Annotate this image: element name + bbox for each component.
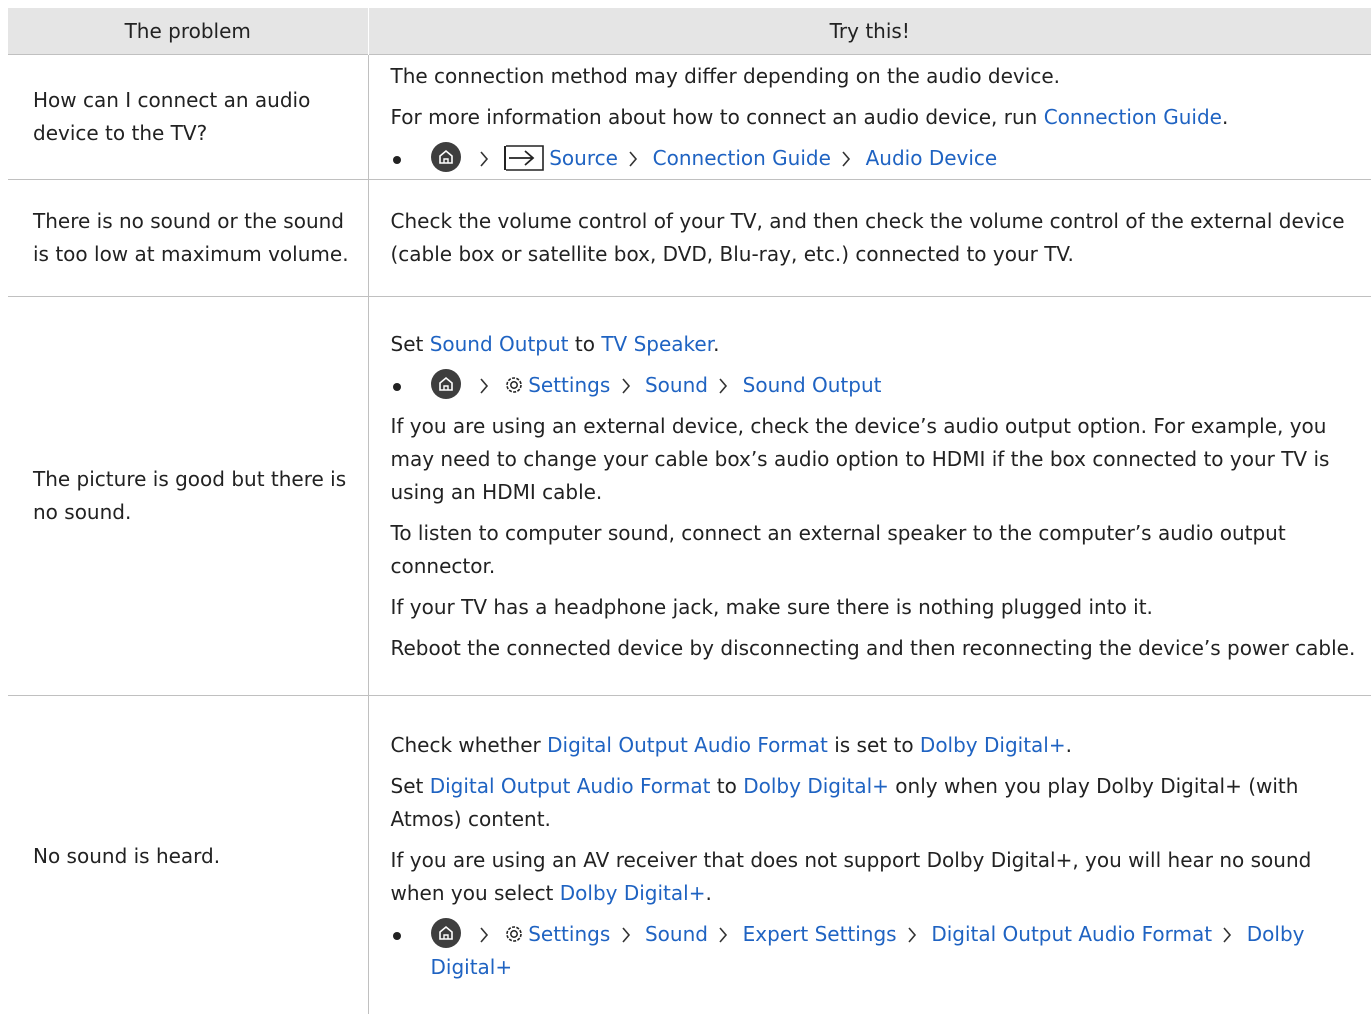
header-problem: The problem bbox=[8, 8, 368, 55]
solution-text: Set Sound Output to TV Speaker. bbox=[391, 324, 1362, 365]
dolby-digital-link[interactable]: Dolby Digital+ bbox=[560, 881, 706, 905]
gear-icon bbox=[506, 376, 523, 393]
table-row: No sound is heard. Check whether Digital… bbox=[8, 695, 1371, 1014]
solution-text: Check whether Digital Output Audio Forma… bbox=[391, 725, 1362, 766]
path-sound[interactable]: Sound bbox=[645, 373, 708, 397]
chevron-right-icon bbox=[629, 150, 638, 167]
text-span: . bbox=[1065, 732, 1072, 757]
chevron-right-icon bbox=[480, 377, 488, 394]
connection-guide-link[interactable]: Connection Guide bbox=[1044, 105, 1222, 129]
digital-output-link[interactable]: Digital Output Audio Format bbox=[547, 733, 828, 757]
solution-cell: Check the volume control of your TV, and… bbox=[367, 179, 1371, 297]
chevron-right-icon bbox=[480, 926, 488, 943]
chevron-right-icon bbox=[480, 150, 488, 167]
solution-text: Reboot the connected device by disconnec… bbox=[390, 635, 1356, 660]
table-row: There is no sound or the sound is too lo… bbox=[8, 179, 1371, 297]
text-span: Check whether bbox=[390, 732, 548, 757]
table-header-row: The problem Try this! bbox=[8, 8, 1371, 55]
gear-icon bbox=[506, 925, 523, 942]
home-icon bbox=[430, 141, 461, 172]
path-connection-guide[interactable]: Connection Guide bbox=[653, 146, 831, 170]
path-sound[interactable]: Sound bbox=[645, 922, 708, 946]
path-expert-settings[interactable]: Expert Settings bbox=[743, 922, 897, 946]
sound-output-link[interactable]: Sound Output bbox=[430, 332, 569, 356]
solution-text: If you are using an external device, che… bbox=[390, 413, 1330, 504]
solution-text: For more information about how to connec… bbox=[391, 97, 1362, 138]
chevron-right-icon bbox=[719, 377, 728, 394]
path-sound-output[interactable]: Sound Output bbox=[743, 373, 882, 397]
problem-cell: How can I connect an audio device to the… bbox=[8, 54, 368, 180]
path-settings[interactable]: Settings bbox=[528, 922, 610, 946]
problem-cell: No sound is heard. bbox=[8, 695, 368, 1014]
table-row: How can I connect an audio device to the… bbox=[8, 54, 1371, 180]
path-digital-output-audio-format[interactable]: Digital Output Audio Format bbox=[931, 922, 1212, 946]
text-span: to bbox=[710, 773, 744, 798]
solution-text: If your TV has a headphone jack, make su… bbox=[390, 594, 1153, 619]
solution-text: The connection method may differ dependi… bbox=[390, 63, 1060, 88]
problem-cell: The picture is good but there is no soun… bbox=[8, 296, 368, 696]
text-span: . bbox=[705, 880, 712, 905]
bullet-icon bbox=[392, 931, 401, 940]
chevron-right-icon bbox=[1223, 926, 1232, 943]
problem-cell: There is no sound or the sound is too lo… bbox=[8, 179, 368, 297]
text-span: For more information about how to connec… bbox=[390, 104, 1044, 129]
tv-speaker-link[interactable]: TV Speaker bbox=[601, 332, 713, 356]
source-icon bbox=[504, 144, 545, 171]
dolby-digital-link[interactable]: Dolby Digital+ bbox=[920, 733, 1066, 757]
path-audio-device[interactable]: Audio Device bbox=[866, 146, 998, 170]
menu-path: Settings Sound Expert Settings Digital O… bbox=[391, 914, 1362, 988]
text-span: to bbox=[568, 331, 602, 356]
text-span: . bbox=[1221, 104, 1229, 129]
home-icon bbox=[430, 917, 461, 948]
solution-cell: Set Sound Output to TV Speaker. Settings… bbox=[367, 296, 1371, 696]
text-span: is set to bbox=[827, 732, 920, 757]
text-span: . bbox=[713, 331, 720, 356]
solution-cell: The connection method may differ dependi… bbox=[367, 54, 1371, 180]
chevron-right-icon bbox=[622, 377, 630, 394]
home-icon bbox=[430, 368, 461, 399]
path-source[interactable]: Source bbox=[549, 146, 618, 170]
text-span: Set bbox=[390, 773, 430, 798]
header-try-this: Try this! bbox=[367, 8, 1371, 55]
solution-text: Check the volume control of your TV, and… bbox=[390, 209, 1345, 266]
solution-text: If you are using an AV receiver that doe… bbox=[391, 840, 1362, 914]
digital-output-link[interactable]: Digital Output Audio Format bbox=[430, 774, 711, 798]
troubleshooting-table: The problem Try this! How can I connect … bbox=[8, 8, 1371, 1014]
text-span: Set bbox=[390, 331, 430, 356]
bullet-icon bbox=[392, 155, 401, 164]
chevron-right-icon bbox=[622, 926, 630, 943]
solution-text: To listen to computer sound, connect an … bbox=[390, 520, 1286, 578]
chevron-right-icon bbox=[908, 926, 917, 943]
dolby-digital-link[interactable]: Dolby Digital+ bbox=[743, 774, 889, 798]
manual-page: The problem Try this! How can I connect … bbox=[0, 0, 1372, 1014]
solution-cell: Check whether Digital Output Audio Forma… bbox=[367, 695, 1371, 1014]
menu-path: Settings Sound Sound Output bbox=[391, 365, 1362, 406]
text-span: If you are using an AV receiver that doe… bbox=[390, 847, 1312, 905]
solution-text: Set Digital Output Audio Format to Dolby… bbox=[391, 766, 1362, 840]
menu-path: Source Connection Guide Audio Device bbox=[391, 138, 1362, 179]
chevron-right-icon bbox=[842, 150, 851, 167]
bullet-icon bbox=[392, 382, 401, 391]
path-settings[interactable]: Settings bbox=[528, 373, 610, 397]
table-row: The picture is good but there is no soun… bbox=[8, 296, 1371, 696]
chevron-right-icon bbox=[719, 926, 728, 943]
